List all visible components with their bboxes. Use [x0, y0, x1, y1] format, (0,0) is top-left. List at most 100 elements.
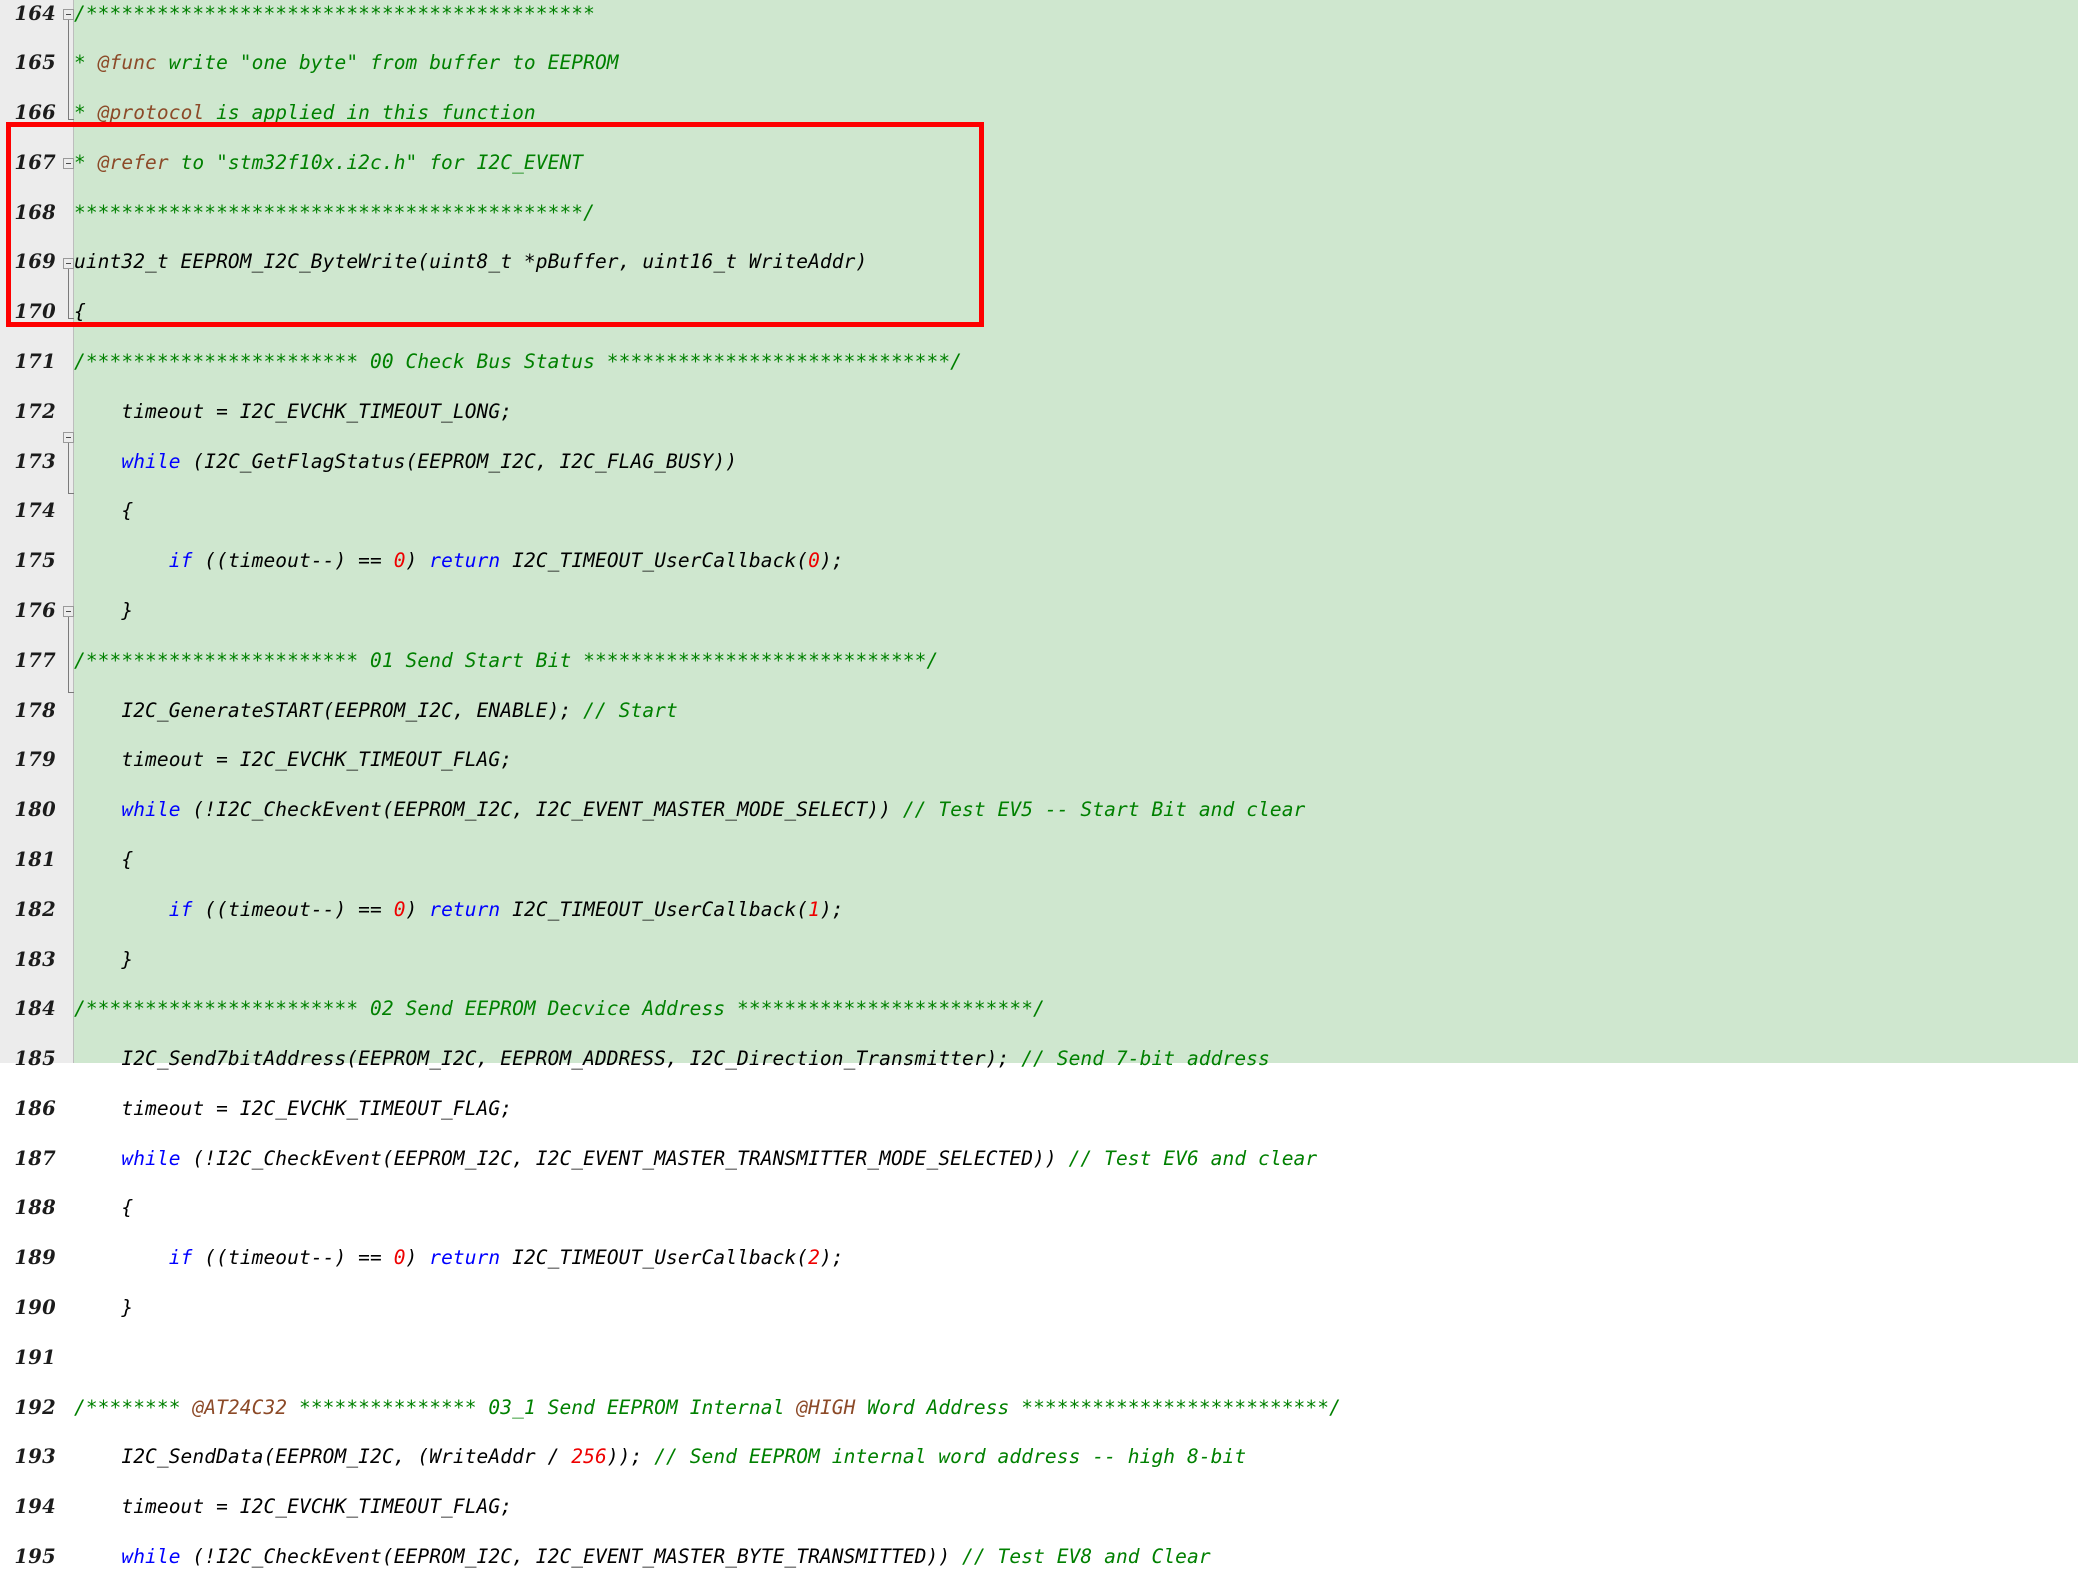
code-text[interactable]: while (I2C_GetFlagStatus(EEPROM_I2C, I2C… — [74, 450, 737, 475]
code-text[interactable]: { — [74, 499, 133, 524]
code-token-pln: (!I2C_CheckEvent(EEPROM_I2C, I2C_EVENT_M… — [180, 1146, 1069, 1170]
code-editor[interactable]: 164/************************************… — [0, 0, 2078, 1569]
code-token-num: 2 — [808, 1246, 820, 1270]
code-line[interactable]: 186 timeout = I2C_EVCHK_TIMEOUT_FLAG; — [0, 1097, 2078, 1122]
code-lines-container[interactable]: 164/************************************… — [0, 0, 2078, 1569]
code-token-pln: ((timeout--) == — [192, 897, 394, 921]
line-number: 184 — [14, 997, 56, 1021]
code-text[interactable]: * @refer to "stm32f10x.i2c.h" for I2C_EV… — [74, 151, 583, 176]
code-line[interactable]: 194 timeout = I2C_EVCHK_TIMEOUT_FLAG; — [0, 1495, 2078, 1520]
code-token-cmt: // Start — [583, 698, 678, 722]
line-number: 169 — [14, 250, 56, 274]
code-token-pln: I2C_TIMEOUT_UserCallback( — [500, 1246, 809, 1270]
code-text[interactable]: if ((timeout--) == 0) return I2C_TIMEOUT… — [74, 898, 844, 923]
code-line[interactable]: 187 while (!I2C_CheckEvent(EEPROM_I2C, I… — [0, 1147, 2078, 1172]
line-number: 180 — [14, 798, 56, 822]
line-number: 190 — [14, 1296, 56, 1320]
code-line[interactable]: 174 { — [0, 499, 2078, 524]
code-text[interactable]: timeout = I2C_EVCHK_TIMEOUT_FLAG; — [74, 1097, 512, 1122]
code-token-kw: while — [121, 798, 181, 822]
code-line[interactable]: 179 timeout = I2C_EVCHK_TIMEOUT_FLAG; — [0, 748, 2078, 773]
code-text[interactable]: } — [74, 948, 133, 973]
code-line[interactable]: 167 * @refer to "stm32f10x.i2c.h" for I2C… — [0, 151, 2078, 176]
code-line[interactable]: 188 { — [0, 1196, 2078, 1221]
code-line[interactable]: 181 { — [0, 848, 2078, 873]
code-line[interactable]: 164 /************************************… — [0, 2, 2078, 27]
line-number: 166 — [14, 101, 56, 125]
code-line[interactable]: 180 while (!I2C_CheckEvent(EEPROM_I2C, I… — [0, 798, 2078, 823]
code-token-pln: } — [74, 947, 134, 971]
code-token-cmt: // Test EV5 -- Start Bit and clear — [902, 798, 1306, 822]
code-token-cmt: /*********************** 02 Send EEPROM … — [74, 997, 1045, 1021]
code-line[interactable]: 184 /*********************** 02 Send EEPR… — [0, 997, 2078, 1022]
code-text[interactable]: timeout = I2C_EVCHK_TIMEOUT_FLAG; — [74, 748, 512, 773]
code-text[interactable]: } — [74, 599, 133, 624]
code-text[interactable]: * @func write "one byte" from buffer to … — [74, 51, 619, 76]
code-token-pln: timeout = I2C_EVCHK_TIMEOUT_LONG; — [74, 399, 513, 423]
code-text[interactable]: { — [74, 848, 133, 873]
code-line[interactable]: 191 — [0, 1346, 2078, 1371]
code-token-pln: I2C_GenerateSTART(EEPROM_I2C, ENABLE); — [74, 698, 584, 722]
code-text[interactable]: while (!I2C_CheckEvent(EEPROM_I2C, I2C_E… — [74, 798, 1305, 823]
code-text[interactable]: uint32_t EEPROM_I2C_ByteWrite(uint8_t *p… — [74, 250, 867, 275]
code-text[interactable]: { — [74, 300, 86, 325]
code-token-cmt: /******** — [74, 1395, 193, 1419]
code-line[interactable]: 190 } — [0, 1296, 2078, 1321]
code-line[interactable]: 195 while (!I2C_CheckEvent(EEPROM_I2C, I… — [0, 1545, 2078, 1570]
code-text[interactable]: /*********************** 00 Check Bus St… — [74, 350, 962, 375]
code-line[interactable]: 165 * @func write "one byte" from buffer … — [0, 51, 2078, 76]
code-text[interactable]: I2C_SendData(EEPROM_I2C, (WriteAddr / 25… — [74, 1445, 1246, 1470]
code-line[interactable]: 173 while (I2C_GetFlagStatus(EEPROM_I2C,… — [0, 450, 2078, 475]
code-line[interactable]: 175 if ((timeout--) == 0) return I2C_TIM… — [0, 549, 2078, 574]
code-token-kw: while — [121, 1146, 181, 1170]
code-token-pln: ); — [819, 1246, 844, 1270]
code-text[interactable]: if ((timeout--) == 0) return I2C_TIMEOUT… — [74, 1246, 844, 1271]
code-text[interactable]: I2C_Send7bitAddress(EEPROM_I2C, EEPROM_A… — [74, 1047, 1270, 1072]
code-line[interactable]: 182 if ((timeout--) == 0) return I2C_TIM… — [0, 898, 2078, 923]
code-token-cmt: // Send EEPROM internal word address -- … — [654, 1445, 1247, 1469]
code-text[interactable]: /***************************************… — [74, 2, 595, 27]
code-token-kw: while — [121, 449, 181, 473]
code-text[interactable]: while (!I2C_CheckEvent(EEPROM_I2C, I2C_E… — [74, 1147, 1317, 1172]
code-token-cmt: /***************************************… — [74, 1, 595, 25]
code-text[interactable]: while (!I2C_CheckEvent(EEPROM_I2C, I2C_E… — [74, 1545, 1211, 1570]
code-token-pln: I2C_SendData(EEPROM_I2C, (WriteAddr / — [74, 1445, 572, 1469]
line-number: 164 — [14, 1, 56, 25]
code-text[interactable]: timeout = I2C_EVCHK_TIMEOUT_FLAG; — [74, 1495, 512, 1520]
code-line[interactable]: 178 I2C_GenerateSTART(EEPROM_I2C, ENABLE… — [0, 699, 2078, 724]
code-text[interactable]: if ((timeout--) == 0) return I2C_TIMEOUT… — [74, 549, 844, 574]
code-token-cmt: * — [74, 51, 98, 75]
code-token-pln: { — [74, 847, 134, 871]
code-token-cmt: ****************************************… — [74, 200, 595, 224]
code-text[interactable]: ****************************************… — [74, 201, 595, 226]
code-token-pln: ); — [819, 549, 844, 573]
line-number: 179 — [14, 748, 56, 772]
code-line[interactable]: 193 I2C_SendData(EEPROM_I2C, (WriteAddr … — [0, 1445, 2078, 1470]
code-line[interactable]: 172 timeout = I2C_EVCHK_TIMEOUT_LONG; — [0, 400, 2078, 425]
code-text[interactable]: { — [74, 1196, 133, 1221]
code-line[interactable]: 176 } — [0, 599, 2078, 624]
code-token-kw: if — [168, 1246, 193, 1270]
code-text[interactable]: * @protocol is applied in this function — [74, 101, 536, 126]
code-text[interactable]: timeout = I2C_EVCHK_TIMEOUT_LONG; — [74, 400, 512, 425]
code-text[interactable]: /******** @AT24C32 *************** 03_1 … — [74, 1396, 1341, 1421]
code-line[interactable]: 177 /*********************** 01 Send Star… — [0, 649, 2078, 674]
code-token-kw: while — [121, 1545, 181, 1568]
code-line[interactable]: 170 { — [0, 300, 2078, 325]
code-text[interactable]: } — [74, 1296, 133, 1321]
code-line[interactable]: 185 I2C_Send7bitAddress(EEPROM_I2C, EEPR… — [0, 1047, 2078, 1072]
code-line[interactable]: 171 /*********************** 00 Check Bus… — [0, 350, 2078, 375]
code-line[interactable]: 166 * @protocol is applied in this functi… — [0, 101, 2078, 126]
line-number: 192 — [14, 1395, 56, 1419]
code-line[interactable]: 183 } — [0, 948, 2078, 973]
code-text[interactable]: /*********************** 02 Send EEPROM … — [74, 997, 1045, 1022]
line-number: 182 — [14, 897, 56, 921]
code-token-pln: timeout = I2C_EVCHK_TIMEOUT_FLAG; — [74, 748, 513, 772]
code-token-tag: @HIGH — [796, 1395, 856, 1419]
code-line[interactable]: 192 /******** @AT24C32 *************** 03… — [0, 1396, 2078, 1421]
code-text[interactable]: I2C_GenerateSTART(EEPROM_I2C, ENABLE); /… — [74, 699, 678, 724]
code-text[interactable]: /*********************** 01 Send Start B… — [74, 649, 938, 674]
code-line[interactable]: 189 if ((timeout--) == 0) return I2C_TIM… — [0, 1246, 2078, 1271]
code-line[interactable]: 168 *************************************… — [0, 201, 2078, 226]
code-line[interactable]: 169 uint32_t EEPROM_I2C_ByteWrite(uint8_t… — [0, 250, 2078, 275]
